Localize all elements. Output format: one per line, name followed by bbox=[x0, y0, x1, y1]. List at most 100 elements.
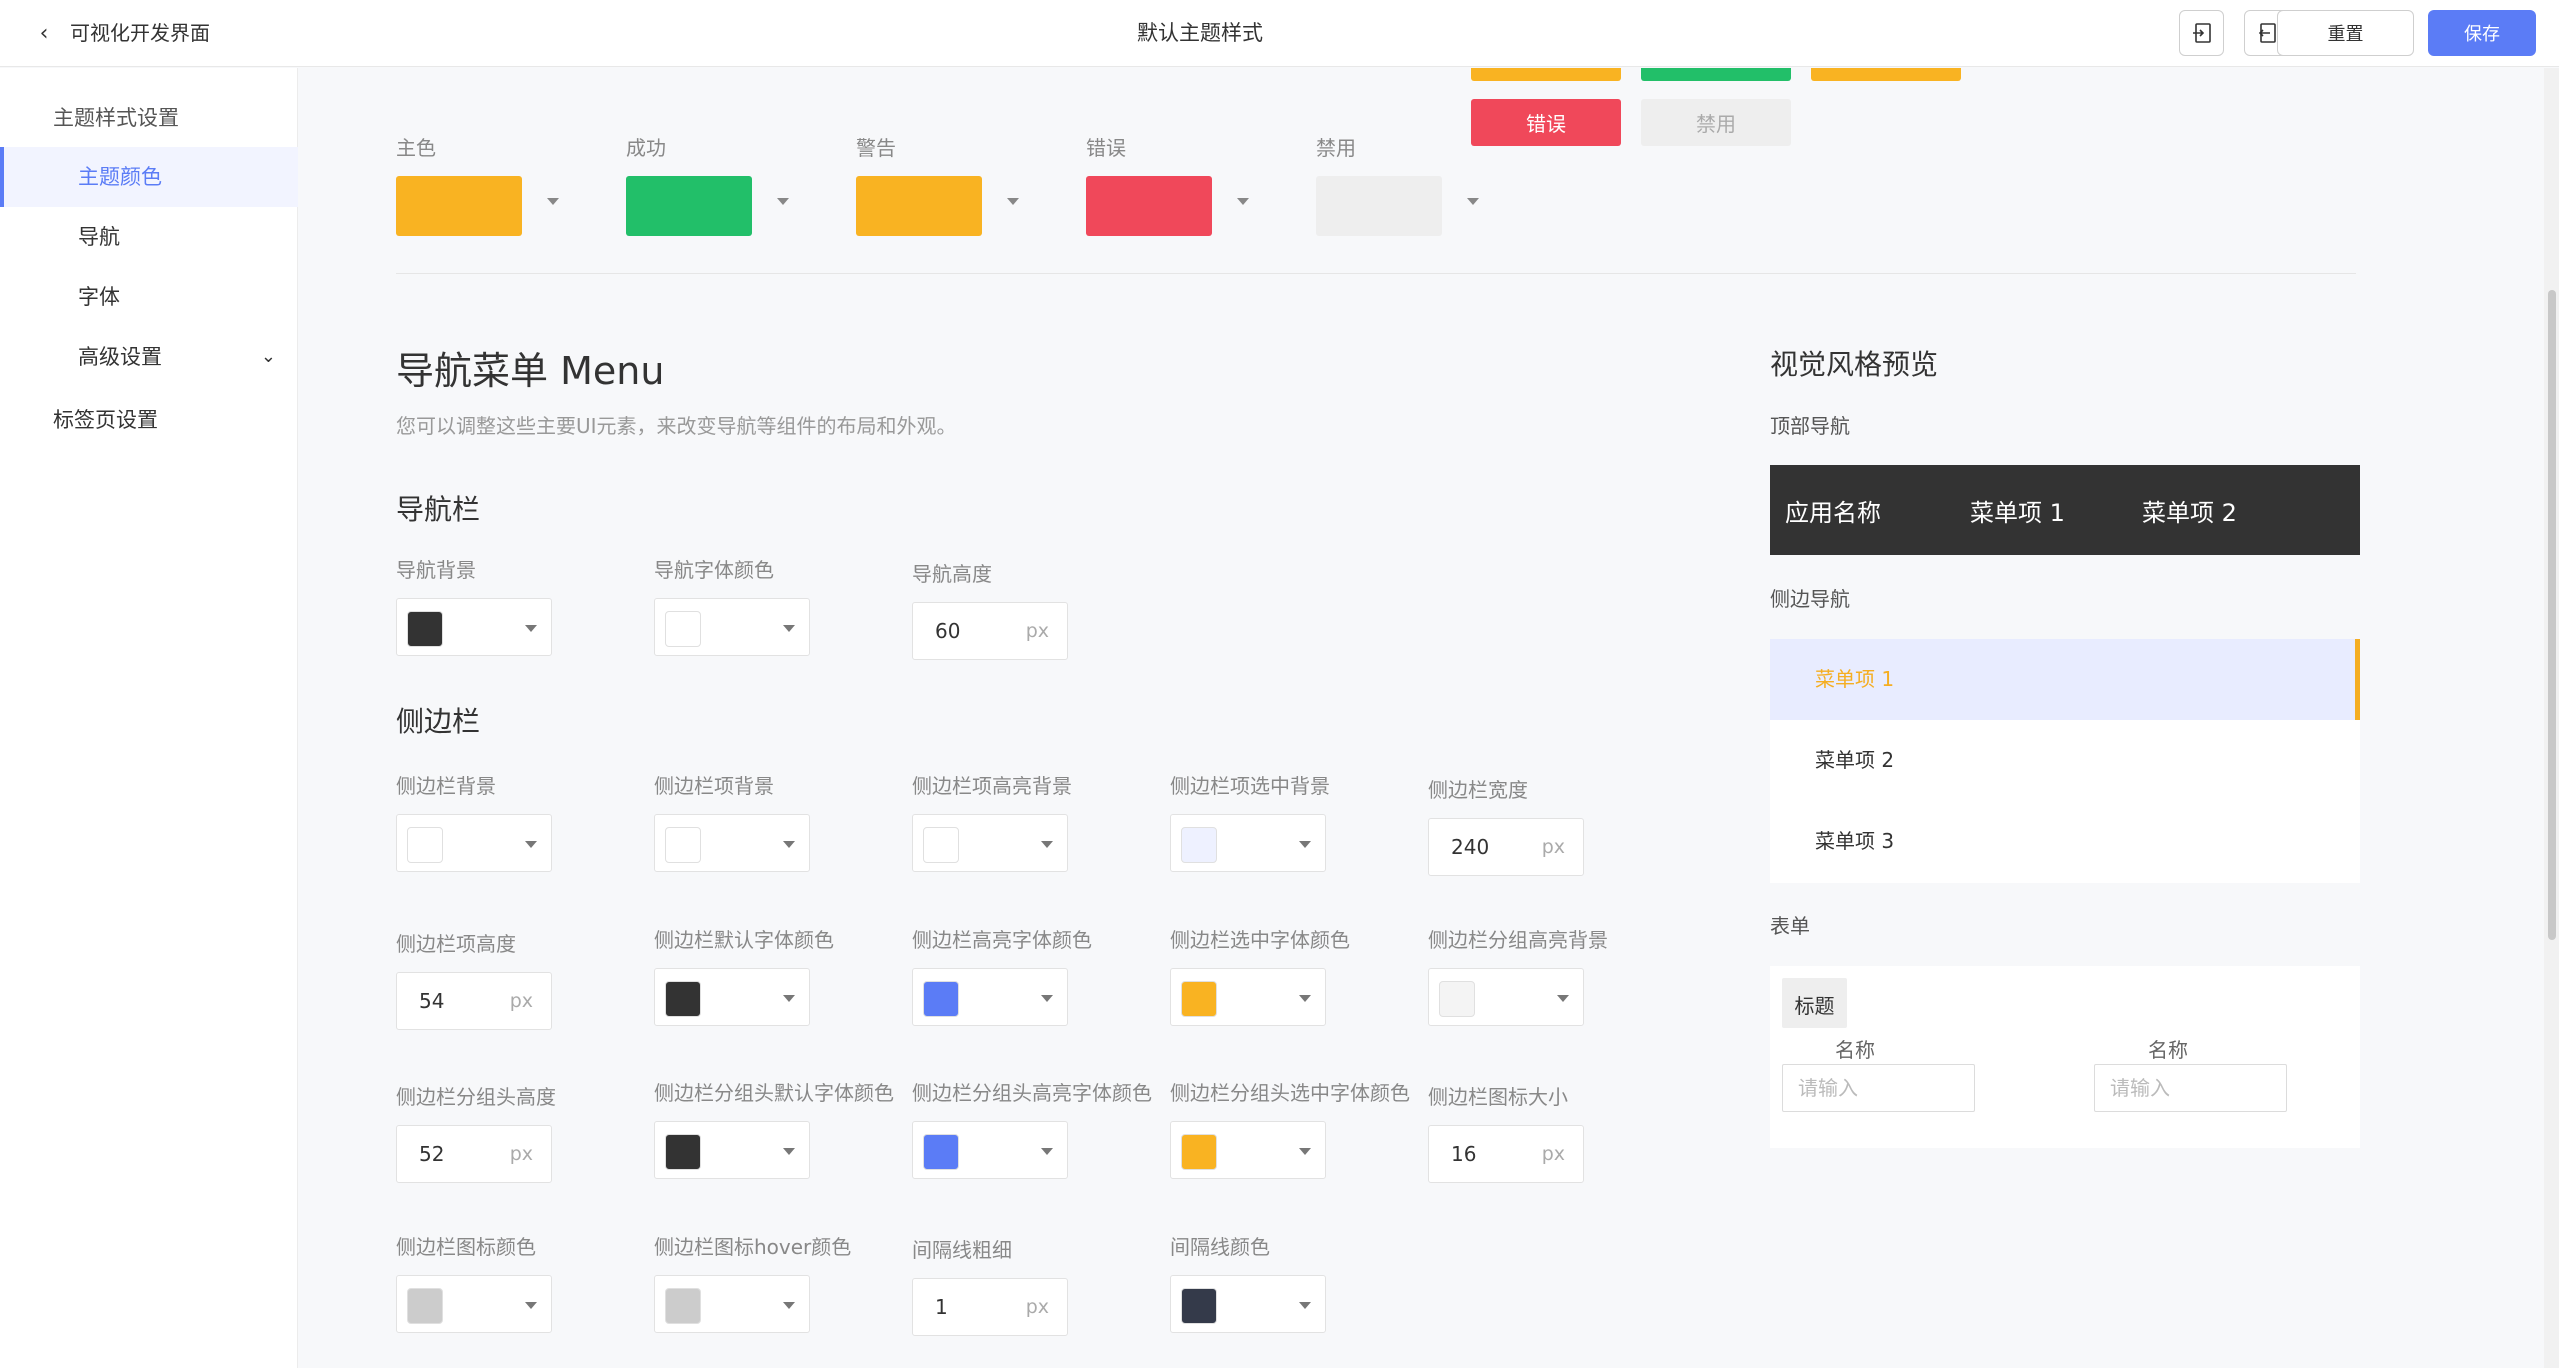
preview-title: 视觉风格预览 bbox=[1770, 348, 1939, 381]
caret-down-icon[interactable] bbox=[1237, 198, 1249, 205]
sidebar-group-theme[interactable]: 主题样式设置 bbox=[53, 102, 179, 132]
navbar-font-color-label: 导航字体颜色 bbox=[654, 558, 774, 582]
input-unit: px bbox=[1025, 620, 1049, 642]
color-label-warning: 警告 bbox=[856, 136, 896, 160]
color-swatch bbox=[665, 1288, 701, 1324]
primary-color-swatch[interactable] bbox=[396, 176, 522, 236]
caret-down-icon[interactable] bbox=[1007, 198, 1019, 205]
form-field2-input[interactable]: 请输入 bbox=[2094, 1064, 2287, 1112]
sidebar-icon-hover-picker[interactable] bbox=[654, 1275, 810, 1333]
sidenav-preview-label: 侧边导航 bbox=[1770, 587, 1850, 611]
color-swatch bbox=[923, 981, 959, 1017]
divider-width-input[interactable]: 1 px bbox=[912, 1278, 1068, 1336]
success-color-swatch[interactable] bbox=[626, 176, 752, 236]
sidebar-item-font[interactable]: 字体 bbox=[0, 267, 298, 327]
caret-down-icon bbox=[525, 1302, 537, 1309]
input-value: 52 bbox=[419, 1142, 445, 1166]
sidebar-sel-font-picker[interactable] bbox=[1170, 968, 1326, 1026]
sidenav-item-3[interactable]: 菜单项 3 bbox=[1770, 801, 2360, 882]
input-unit: px bbox=[509, 990, 533, 1012]
sidebar-group-head-sel-font-picker[interactable] bbox=[1170, 1121, 1326, 1179]
sidebar-group-tabs[interactable]: 标签页设置 bbox=[53, 404, 158, 434]
export-icon bbox=[2258, 23, 2276, 43]
preview-warning-button[interactable] bbox=[1811, 68, 1961, 81]
sidebar-item-theme-color[interactable]: 主题颜色 bbox=[0, 147, 298, 207]
sidebar-sel-font-label: 侧边栏选中字体颜色 bbox=[1170, 928, 1350, 952]
sidebar-icon-size-input[interactable]: 16 px bbox=[1428, 1125, 1584, 1183]
topnav-preview: 应用名称 菜单项 1 菜单项 2 bbox=[1770, 465, 2360, 555]
divider-width-label: 间隔线粗细 bbox=[912, 1238, 1012, 1262]
sidebar-bg-picker[interactable] bbox=[396, 814, 552, 872]
sidebar-item-advanced[interactable]: 高级设置 ⌄ bbox=[0, 327, 298, 387]
reset-button[interactable]: 重置 bbox=[2277, 10, 2414, 56]
caret-down-icon[interactable] bbox=[777, 198, 789, 205]
sidebar-group-head-hl-font-picker[interactable] bbox=[912, 1121, 1068, 1179]
navbar-bg-picker[interactable] bbox=[396, 598, 552, 656]
color-label-primary: 主色 bbox=[396, 136, 436, 160]
sidebar-item-height-input[interactable]: 54 px bbox=[396, 972, 552, 1030]
import-button[interactable] bbox=[2179, 10, 2224, 56]
sidebar-item-hl-bg-picker[interactable] bbox=[912, 814, 1068, 872]
sidebar-icon-size-label: 侧边栏图标大小 bbox=[1428, 1085, 1568, 1109]
sidebar-hl-font-picker[interactable] bbox=[912, 968, 1068, 1026]
input-value: 54 bbox=[419, 989, 445, 1013]
left-sidebar: 主题样式设置 主题颜色 导航 字体 高级设置 ⌄ 标签页设置 bbox=[0, 68, 298, 1368]
topnav-app-name: 应用名称 bbox=[1785, 499, 1881, 527]
input-value: 16 bbox=[1451, 1142, 1477, 1166]
input-value: 1 bbox=[935, 1295, 948, 1319]
navbar-height-input[interactable]: 60 px bbox=[912, 602, 1068, 660]
sidenav-item-1[interactable]: 菜单项 1 bbox=[1770, 639, 2360, 720]
save-button[interactable]: 保存 bbox=[2428, 10, 2536, 56]
color-swatch bbox=[1439, 981, 1475, 1017]
sidebar-item-label: 高级设置 bbox=[78, 345, 162, 369]
caret-down-icon bbox=[1041, 1148, 1053, 1155]
menu-section-description: 您可以调整这些主要UI元素，来改变导航等组件的布局和外观。 bbox=[396, 414, 957, 438]
sidebar-group-hl-bg-picker[interactable] bbox=[1428, 968, 1584, 1026]
color-swatch bbox=[665, 981, 701, 1017]
sidebar-icon-color-picker[interactable] bbox=[396, 1275, 552, 1333]
sidebar-group-head-height-input[interactable]: 52 px bbox=[396, 1125, 552, 1183]
sidebar-item-bg-picker[interactable] bbox=[654, 814, 810, 872]
error-color-swatch[interactable] bbox=[1086, 176, 1212, 236]
disabled-color-swatch[interactable] bbox=[1316, 176, 1442, 236]
scrollbar-thumb[interactable] bbox=[2548, 290, 2556, 940]
sidebar-item-label: 主题颜色 bbox=[78, 165, 162, 189]
caret-down-icon bbox=[783, 1302, 795, 1309]
sidebar-hl-font-label: 侧边栏高亮字体颜色 bbox=[912, 928, 1092, 952]
warning-color-swatch[interactable] bbox=[856, 176, 982, 236]
input-value: 60 bbox=[935, 619, 961, 643]
sidebar-item-navigation[interactable]: 导航 bbox=[0, 207, 298, 267]
preview-success-button[interactable] bbox=[1641, 68, 1791, 81]
topnav-item-2[interactable]: 菜单项 2 bbox=[2142, 493, 2237, 528]
sidebar-group-head-default-font-picker[interactable] bbox=[654, 1121, 810, 1179]
sidebar-item-height-label: 侧边栏项高度 bbox=[396, 932, 516, 956]
sidenav-item-2[interactable]: 菜单项 2 bbox=[1770, 720, 2360, 801]
caret-down-icon bbox=[783, 995, 795, 1002]
color-label-disabled: 禁用 bbox=[1316, 136, 1356, 160]
color-swatch bbox=[1181, 827, 1217, 863]
color-swatch bbox=[407, 611, 443, 647]
sidebar-subtitle: 侧边栏 bbox=[396, 705, 481, 738]
navbar-bg-label: 导航背景 bbox=[396, 558, 476, 582]
caret-down-icon[interactable] bbox=[547, 198, 559, 205]
sidebar-item-sel-bg-picker[interactable] bbox=[1170, 814, 1326, 872]
divider-color-picker[interactable] bbox=[1170, 1275, 1326, 1333]
input-value: 240 bbox=[1451, 835, 1490, 859]
form-field1-input[interactable]: 请输入 bbox=[1782, 1064, 1975, 1112]
form-preview: 标题 名称 请输入 名称 请输入 bbox=[1770, 966, 2360, 1148]
color-swatch bbox=[1181, 1134, 1217, 1170]
navbar-font-color-picker[interactable] bbox=[654, 598, 810, 656]
sidebar-default-font-picker[interactable] bbox=[654, 968, 810, 1026]
color-swatch bbox=[665, 611, 701, 647]
preview-primary-button[interactable] bbox=[1471, 68, 1621, 81]
color-swatch bbox=[923, 1134, 959, 1170]
preview-disabled-button[interactable]: 禁用 bbox=[1641, 99, 1791, 146]
preview-error-button[interactable]: 错误 bbox=[1471, 99, 1621, 146]
topnav-item-1[interactable]: 菜单项 1 bbox=[1970, 493, 2065, 528]
sidebar-icon-hover-label: 侧边栏图标hover颜色 bbox=[654, 1235, 852, 1259]
sidebar-group-head-default-font-label: 侧边栏分组头默认字体颜色 bbox=[654, 1081, 894, 1105]
form-field1-label: 名称 bbox=[1835, 1038, 1875, 1062]
input-unit: px bbox=[509, 1143, 533, 1165]
sidebar-width-input[interactable]: 240 px bbox=[1428, 818, 1584, 876]
caret-down-icon[interactable] bbox=[1467, 198, 1479, 205]
